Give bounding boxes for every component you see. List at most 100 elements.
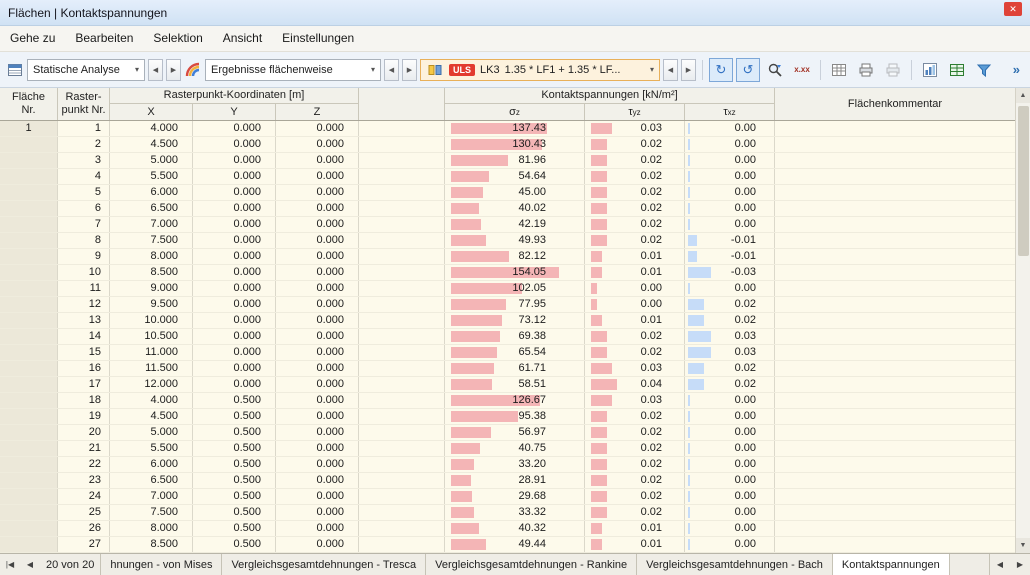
cell-tau-yz[interactable]: 0.02 [585,233,685,248]
cell-tau-yz[interactable]: 0.03 [585,121,685,136]
cell-z[interactable]: 0.000 [276,393,359,408]
table-row[interactable]: 20 5.000 0.500 0.000 56.97 0.02 0.00 [0,425,1015,441]
cell-rasterpunkt-nr[interactable]: 11 [58,281,110,296]
cell-tau-yz[interactable]: 0.03 [585,361,685,376]
table-tab[interactable]: Vergleichsgesamtdehnungen - Tresca [222,554,427,575]
cell-rasterpunkt-nr[interactable]: 22 [58,457,110,472]
cell-tau-xz[interactable]: 0.00 [685,425,775,440]
cell-tau-xz[interactable]: 0.00 [685,137,775,152]
cell-sigma-z[interactable]: 54.64 [445,169,585,184]
cell-x[interactable]: 7.000 [110,489,193,504]
cell-z[interactable]: 0.000 [276,233,359,248]
table-row[interactable]: 5 6.000 0.000 0.000 45.00 0.02 0.00 [0,185,1015,201]
cell-z[interactable]: 0.000 [276,473,359,488]
cell-y[interactable]: 0.000 [193,329,276,344]
table-row[interactable]: 14 10.500 0.000 0.000 69.38 0.02 0.03 [0,329,1015,345]
cell-rasterpunkt-nr[interactable]: 27 [58,537,110,552]
cell-sigma-z[interactable]: 40.02 [445,201,585,216]
table-row[interactable]: 17 12.000 0.000 0.000 58.51 0.04 0.02 [0,377,1015,393]
prev-table-button[interactable]: ◀ [20,554,40,575]
cell-sigma-z[interactable]: 49.93 [445,233,585,248]
cell-tau-xz[interactable]: -0.01 [685,233,775,248]
cell-y[interactable]: 0.000 [193,217,276,232]
cell-z[interactable]: 0.000 [276,217,359,232]
print-preview-button[interactable] [881,58,905,82]
cell-flaechenkommentar[interactable] [775,361,1015,376]
cell-sigma-z[interactable]: 61.71 [445,361,585,376]
cell-rasterpunkt-nr[interactable]: 2 [58,137,110,152]
cell-tau-xz[interactable]: 0.00 [685,409,775,424]
cell-rasterpunkt-nr[interactable]: 15 [58,345,110,360]
cell-flaeche-nr[interactable] [0,521,58,536]
cell-sigma-z[interactable]: 49.44 [445,537,585,552]
cell-rasterpunkt-nr[interactable]: 26 [58,521,110,536]
cell-flaeche-nr[interactable] [0,137,58,152]
cell-z[interactable]: 0.000 [276,201,359,216]
cell-sigma-z[interactable]: 33.20 [445,457,585,472]
cell-y[interactable]: 0.000 [193,153,276,168]
cell-tau-yz[interactable]: 0.02 [585,137,685,152]
table-tab[interactable]: Vergleichsgesamtdehnungen - Rankine [426,554,638,575]
cell-x[interactable]: 7.000 [110,217,193,232]
scrollbar-thumb[interactable] [1017,106,1029,256]
cell-sigma-z[interactable]: 82.12 [445,249,585,264]
cell-sigma-z[interactable]: 40.75 [445,441,585,456]
cell-tau-xz[interactable]: 0.00 [685,489,775,504]
cell-flaeche-nr[interactable] [0,441,58,456]
cell-rasterpunkt-nr[interactable]: 19 [58,409,110,424]
cell-flaeche-nr[interactable] [0,233,58,248]
cell-flaeche-nr[interactable] [0,537,58,552]
cell-tau-yz[interactable]: 0.02 [585,457,685,472]
cell-flaeche-nr[interactable] [0,201,58,216]
cell-z[interactable]: 0.000 [276,169,359,184]
cell-z[interactable]: 0.000 [276,137,359,152]
cell-z[interactable]: 0.000 [276,521,359,536]
cell-sigma-z[interactable]: 28.91 [445,473,585,488]
cell-y[interactable]: 0.000 [193,345,276,360]
cell-rasterpunkt-nr[interactable]: 21 [58,441,110,456]
table-row[interactable]: 2 4.500 0.000 0.000 130.43 0.02 0.00 [0,137,1015,153]
cell-flaechenkommentar[interactable] [775,345,1015,360]
cell-tau-yz[interactable]: 0.01 [585,521,685,536]
analysis-next-button[interactable]: ▶ [166,58,181,81]
cell-tau-yz[interactable]: 0.02 [585,441,685,456]
cell-sigma-z[interactable]: 154.05 [445,265,585,280]
menu-item[interactable]: Selektion [143,26,212,51]
cell-flaechenkommentar[interactable] [775,473,1015,488]
cell-sigma-z[interactable]: 73.12 [445,313,585,328]
cell-tau-yz[interactable]: 0.04 [585,377,685,392]
table-row[interactable]: 6 6.500 0.000 0.000 40.02 0.02 0.00 [0,201,1015,217]
cell-rasterpunkt-nr[interactable]: 23 [58,473,110,488]
table-row[interactable]: 24 7.000 0.500 0.000 29.68 0.02 0.00 [0,489,1015,505]
cell-x[interactable]: 4.000 [110,393,193,408]
cell-flaeche-nr[interactable] [0,265,58,280]
cell-tau-yz[interactable]: 0.01 [585,537,685,552]
cell-flaeche-nr[interactable] [0,377,58,392]
cell-x[interactable]: 8.000 [110,249,193,264]
cell-x[interactable]: 6.500 [110,473,193,488]
cell-tau-yz[interactable]: 0.02 [585,217,685,232]
table-row[interactable]: 3 5.000 0.000 0.000 81.96 0.02 0.00 [0,153,1015,169]
cell-flaeche-nr[interactable] [0,473,58,488]
cell-tau-yz[interactable]: 0.02 [585,153,685,168]
table-settings-button[interactable] [827,58,851,82]
cell-tau-yz[interactable]: 0.02 [585,425,685,440]
cell-y[interactable]: 0.500 [193,457,276,472]
cell-rasterpunkt-nr[interactable]: 14 [58,329,110,344]
cell-x[interactable]: 6.000 [110,185,193,200]
cell-flaeche-nr[interactable] [0,169,58,184]
table-row[interactable]: 4 5.500 0.000 0.000 54.64 0.02 0.00 [0,169,1015,185]
cell-flaechenkommentar[interactable] [775,281,1015,296]
cell-flaechenkommentar[interactable] [775,265,1015,280]
cell-x[interactable]: 8.500 [110,537,193,552]
cell-x[interactable]: 9.500 [110,297,193,312]
tab-scroll-right-button[interactable]: ▶ [1010,554,1030,575]
cell-flaechenkommentar[interactable] [775,217,1015,232]
cell-y[interactable]: 0.000 [193,313,276,328]
cell-sigma-z[interactable]: 126.67 [445,393,585,408]
tab-scroll-left-button[interactable]: ◀ [990,554,1010,575]
cell-flaechenkommentar[interactable] [775,153,1015,168]
cell-x[interactable]: 5.500 [110,169,193,184]
cell-rasterpunkt-nr[interactable]: 25 [58,505,110,520]
cell-sigma-z[interactable]: 95.38 [445,409,585,424]
